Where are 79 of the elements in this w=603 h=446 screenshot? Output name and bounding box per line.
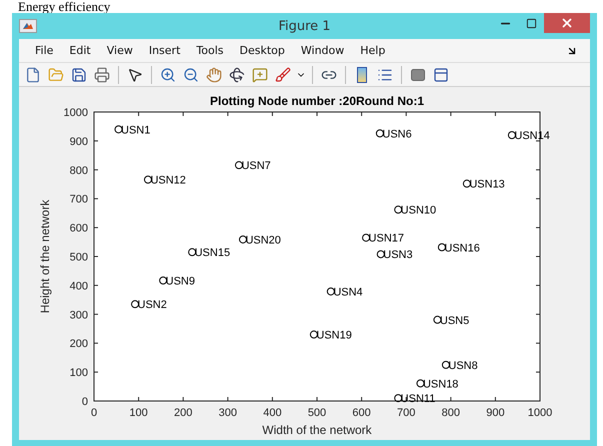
node-label: USN9 bbox=[166, 275, 195, 288]
menu-item[interactable]: Desktop bbox=[232, 44, 293, 57]
window-title: Figure 1 bbox=[278, 18, 331, 34]
y-axis-label: Height of the network bbox=[38, 200, 52, 314]
x-tick-label: 800 bbox=[442, 407, 460, 419]
node-marker bbox=[159, 276, 168, 284]
node-marker bbox=[442, 360, 450, 369]
node-marker bbox=[394, 206, 402, 214]
node-marker bbox=[508, 131, 516, 140]
y-tick-label: 0 bbox=[82, 396, 88, 408]
y-tick-label: 100 bbox=[70, 367, 88, 380]
chart-title: Plotting Node number :20Round No:1 bbox=[210, 94, 424, 108]
document-heading: Energy efficiency bbox=[18, 0, 110, 13]
node-label: USN2 bbox=[138, 299, 167, 312]
node-marker bbox=[114, 125, 123, 134]
node-marker bbox=[462, 180, 471, 188]
x-tick-label: 500 bbox=[308, 407, 326, 419]
y-tick-label: 200 bbox=[70, 338, 88, 350]
y-tick-label: 800 bbox=[70, 164, 88, 177]
node-label: USN15 bbox=[194, 247, 230, 260]
node-label: USN1 bbox=[121, 124, 150, 136]
x-tick-label: 600 bbox=[352, 407, 371, 419]
app-icon bbox=[19, 19, 37, 33]
y-tick-label: 700 bbox=[70, 194, 88, 206]
node-label: USN6 bbox=[382, 128, 412, 140]
y-tick-label: 600 bbox=[70, 222, 88, 235]
menu-item[interactable]: View bbox=[98, 44, 141, 57]
x-tick-label: 100 bbox=[129, 407, 148, 419]
maximize-icon bbox=[526, 18, 537, 28]
node-label: USN12 bbox=[150, 174, 186, 187]
x-axis-label: Width of the network bbox=[262, 423, 372, 437]
brush-icon[interactable] bbox=[273, 64, 293, 84]
menu-item[interactable]: Help bbox=[352, 44, 394, 57]
node-marker bbox=[433, 316, 442, 324]
y-tick-label: 500 bbox=[70, 252, 88, 264]
x-tick-label: 300 bbox=[218, 407, 237, 419]
node-label: USN13 bbox=[469, 178, 505, 191]
node-marker bbox=[310, 330, 318, 339]
node-label: USN7 bbox=[241, 160, 271, 172]
printer-icon[interactable] bbox=[92, 64, 112, 84]
node-marker bbox=[188, 248, 196, 256]
close-icon bbox=[560, 16, 574, 30]
x-tick-label: 900 bbox=[486, 407, 505, 419]
node-label: USN3 bbox=[383, 249, 413, 262]
y-tick-label: 400 bbox=[70, 280, 88, 292]
node-label: USN18 bbox=[422, 378, 458, 390]
node-marker bbox=[362, 234, 370, 242]
node-marker bbox=[416, 379, 424, 388]
menu-item[interactable]: Tools bbox=[188, 44, 232, 57]
node-label: USN16 bbox=[444, 242, 480, 254]
menu-item[interactable]: Insert bbox=[140, 44, 188, 57]
x-tick-label: 200 bbox=[174, 407, 192, 419]
node-marker bbox=[326, 287, 335, 296]
node-marker bbox=[234, 161, 243, 170]
menu-item[interactable]: Edit bbox=[61, 44, 99, 57]
node-marker bbox=[438, 243, 446, 252]
y-tick-label: 1000 bbox=[64, 107, 88, 119]
node-marker bbox=[376, 250, 385, 258]
x-tick-label: 0 bbox=[90, 407, 98, 419]
node-marker bbox=[144, 176, 152, 184]
y-tick-label: 300 bbox=[70, 309, 88, 322]
node-label: USN19 bbox=[316, 330, 352, 342]
node-marker bbox=[131, 300, 140, 308]
node-marker bbox=[394, 394, 402, 402]
node-label: USN4 bbox=[333, 286, 363, 298]
node-marker bbox=[376, 129, 384, 138]
node-label: USN10 bbox=[400, 204, 436, 217]
node-label: USN20 bbox=[245, 234, 281, 246]
node-label: USN5 bbox=[440, 314, 470, 327]
node-label: USN8 bbox=[448, 360, 478, 372]
close-button[interactable] bbox=[544, 13, 590, 33]
x-tick-label: 700 bbox=[397, 407, 416, 419]
x-tick-label: 400 bbox=[263, 407, 282, 419]
y-tick-label: 900 bbox=[70, 136, 88, 148]
x-tick-label: 1000 bbox=[528, 407, 552, 419]
menu-item[interactable]: Window bbox=[292, 44, 352, 57]
node-label: USN17 bbox=[368, 232, 404, 245]
menu-item[interactable]: File bbox=[27, 44, 62, 57]
node-marker bbox=[238, 235, 247, 244]
